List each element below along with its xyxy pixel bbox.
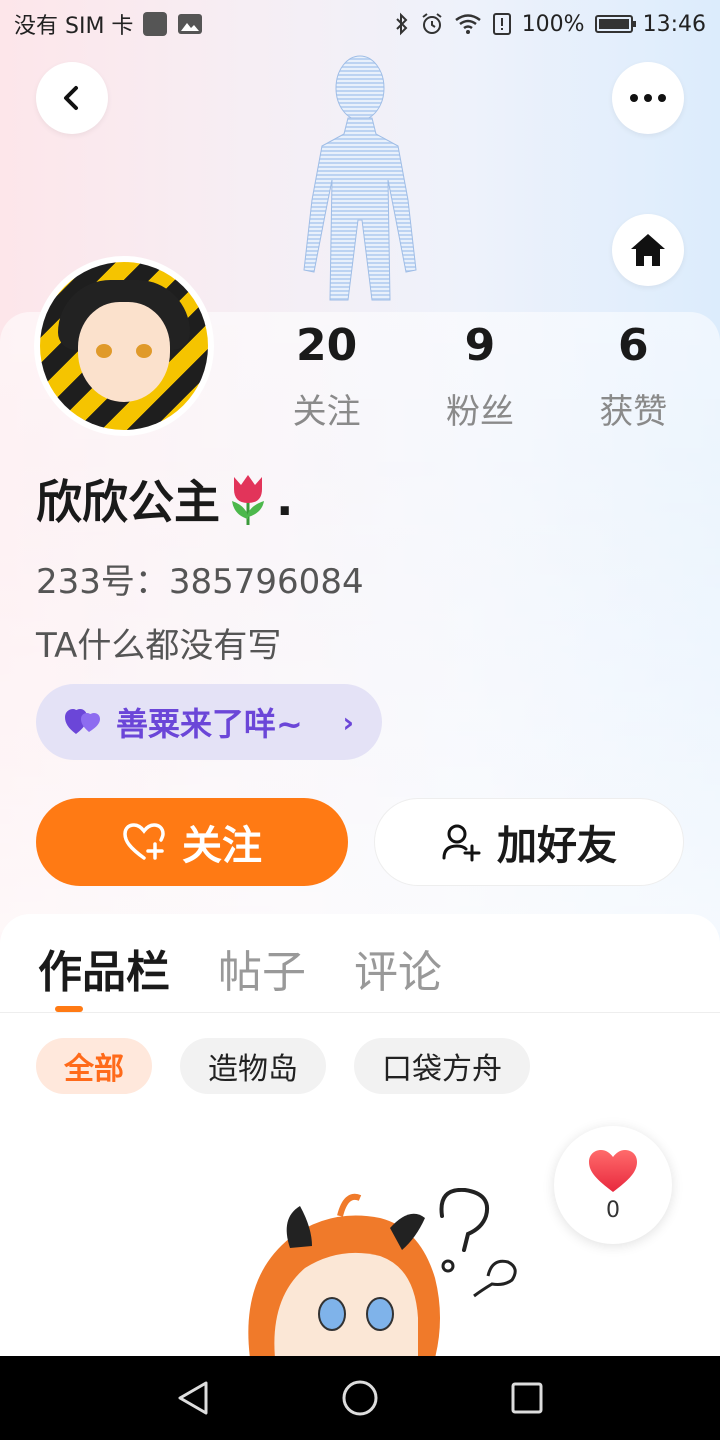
stat-likes[interactable]: 6 获赞 [557,318,710,433]
content-section: 作品栏 帖子 评论 全部 造物岛 口袋方舟 0 [0,914,720,1356]
chevron-right-icon: › [342,705,354,739]
system-nav-bar [0,1356,720,1440]
nav-recents-button[interactable] [505,1376,549,1420]
profile-bio: TA什么都没有写 [36,626,282,666]
stat-value: 9 [464,320,496,371]
status-right: 100% 13:46 [394,12,706,37]
like-button[interactable]: 0 [554,1126,672,1244]
profile-badge[interactable]: 善粟来了咩~ › [36,684,382,760]
stat-following[interactable]: 20 关注 [250,318,403,433]
more-dots-icon [630,94,666,102]
stats-row: 20 关注 9 粉丝 6 获赞 [250,318,710,433]
divider [0,1012,720,1013]
nav-home-button[interactable] [338,1376,382,1420]
nav-back-button[interactable] [171,1376,215,1420]
stat-label: 获赞 [599,392,668,432]
stat-value: 6 [618,320,649,371]
profile-uid: 233号：385796084 [36,562,364,602]
filter-chip-all[interactable]: 全部 [36,1038,152,1094]
avatar-figure-illustration [303,55,417,301]
storage-alert-icon [492,13,511,35]
circle-home-icon [342,1380,378,1416]
stat-label: 粉丝 [445,392,514,432]
sim-square-icon [143,12,168,36]
battery-icon [594,15,636,33]
battery-percent: 100% [521,11,585,37]
tab-works[interactable]: 作品栏 [38,936,170,1000]
home-icon [631,234,665,266]
home-button[interactable] [612,214,684,286]
square-recents-icon [511,1382,543,1414]
profile-name-suffix: . [276,472,294,526]
tab-bar: 作品栏 帖子 评论 [38,936,442,1000]
like-count: 0 [606,1197,620,1223]
avatar-image [40,262,208,430]
tab-comments[interactable]: 评论 [354,936,442,1000]
add-user-icon [442,824,481,862]
alarm-icon [422,13,442,34]
purple-hearts-icon [65,709,100,734]
chevron-left-icon [64,86,78,110]
stat-followers[interactable]: 9 粉丝 [403,318,556,433]
heart-plus-icon [123,823,165,860]
stat-value: 20 [296,320,358,371]
status-left: 没有 SIM 卡 [14,8,203,40]
heart-icon [589,1149,637,1192]
tulip-icon [232,475,264,525]
stat-label: 关注 [292,392,361,432]
back-button[interactable] [36,62,108,134]
clock-time: 13:46 [642,11,706,37]
empty-state-illustration [248,1188,517,1356]
follow-button[interactable]: 关注 [36,798,348,886]
status-bar: 没有 SIM 卡 100% 13:46 [0,0,720,48]
add-friend-button[interactable]: 加好友 [374,798,684,886]
profile-name-text: 欣欣公主 [36,475,220,529]
triangle-back-icon [178,1381,208,1415]
bluetooth-icon [395,12,408,36]
filter-chip-ark[interactable]: 口袋方舟 [354,1038,530,1094]
badge-label: 善粟来了咩~ [116,705,303,743]
tab-posts[interactable]: 帖子 [218,936,306,1000]
profile-name: 欣欣公主 . [36,466,293,532]
filter-chip-island[interactable]: 造物岛 [180,1038,326,1094]
more-button[interactable] [612,62,684,134]
follow-label: 关注 [182,823,262,869]
filter-chips: 全部 造物岛 口袋方舟 [36,1038,530,1094]
avatar[interactable] [34,256,214,436]
wifi-icon [454,14,481,34]
add-friend-label: 加好友 [497,823,617,869]
carrier-text: 没有 SIM 卡 [14,14,134,39]
image-icon [178,14,203,34]
